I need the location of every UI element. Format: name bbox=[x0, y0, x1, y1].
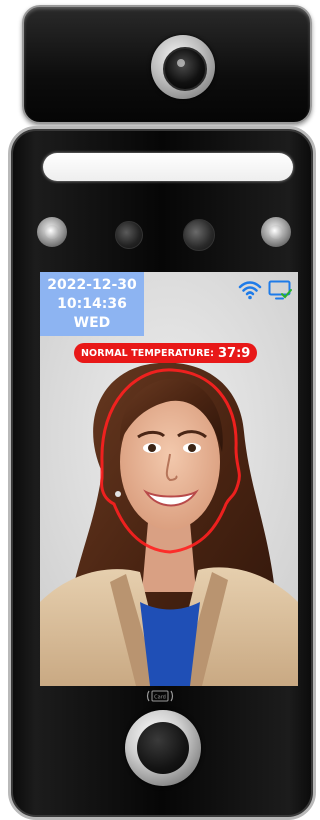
temperature-badge: NORMAL TEMPERATURE: 37:9 bbox=[74, 343, 258, 363]
monitor-check-icon bbox=[268, 280, 292, 300]
datetime-panel: 2022-12-30 10:14:36 WED bbox=[40, 272, 144, 336]
weekday-text: WED bbox=[73, 315, 111, 331]
temperature-label: NORMAL TEMPERATURE: bbox=[81, 347, 215, 359]
wifi-icon bbox=[238, 281, 262, 300]
camera-lens bbox=[151, 35, 215, 99]
binocular-camera-left bbox=[115, 221, 143, 249]
time-text: 10:14:36 bbox=[57, 296, 127, 312]
camera-lens-glass bbox=[163, 47, 207, 91]
ir-light-right bbox=[261, 217, 291, 247]
binocular-camera-right bbox=[183, 219, 215, 251]
card-reader-icon[interactable]: Card bbox=[146, 688, 174, 704]
fingerprint-sensor[interactable] bbox=[125, 710, 201, 786]
fill-light-strip bbox=[43, 153, 293, 181]
display-screen: 2022-12-30 10:14:36 WED NORMAL TEMPERATU… bbox=[40, 272, 298, 686]
fingerprint-pad[interactable] bbox=[137, 722, 189, 774]
temperature-value: 37:9 bbox=[218, 345, 251, 361]
camera-module bbox=[22, 5, 312, 124]
date-text: 2022-12-30 bbox=[47, 277, 137, 293]
ir-light-left bbox=[37, 217, 67, 247]
status-icons bbox=[238, 280, 292, 300]
card-reader-label: Card bbox=[154, 695, 166, 701]
